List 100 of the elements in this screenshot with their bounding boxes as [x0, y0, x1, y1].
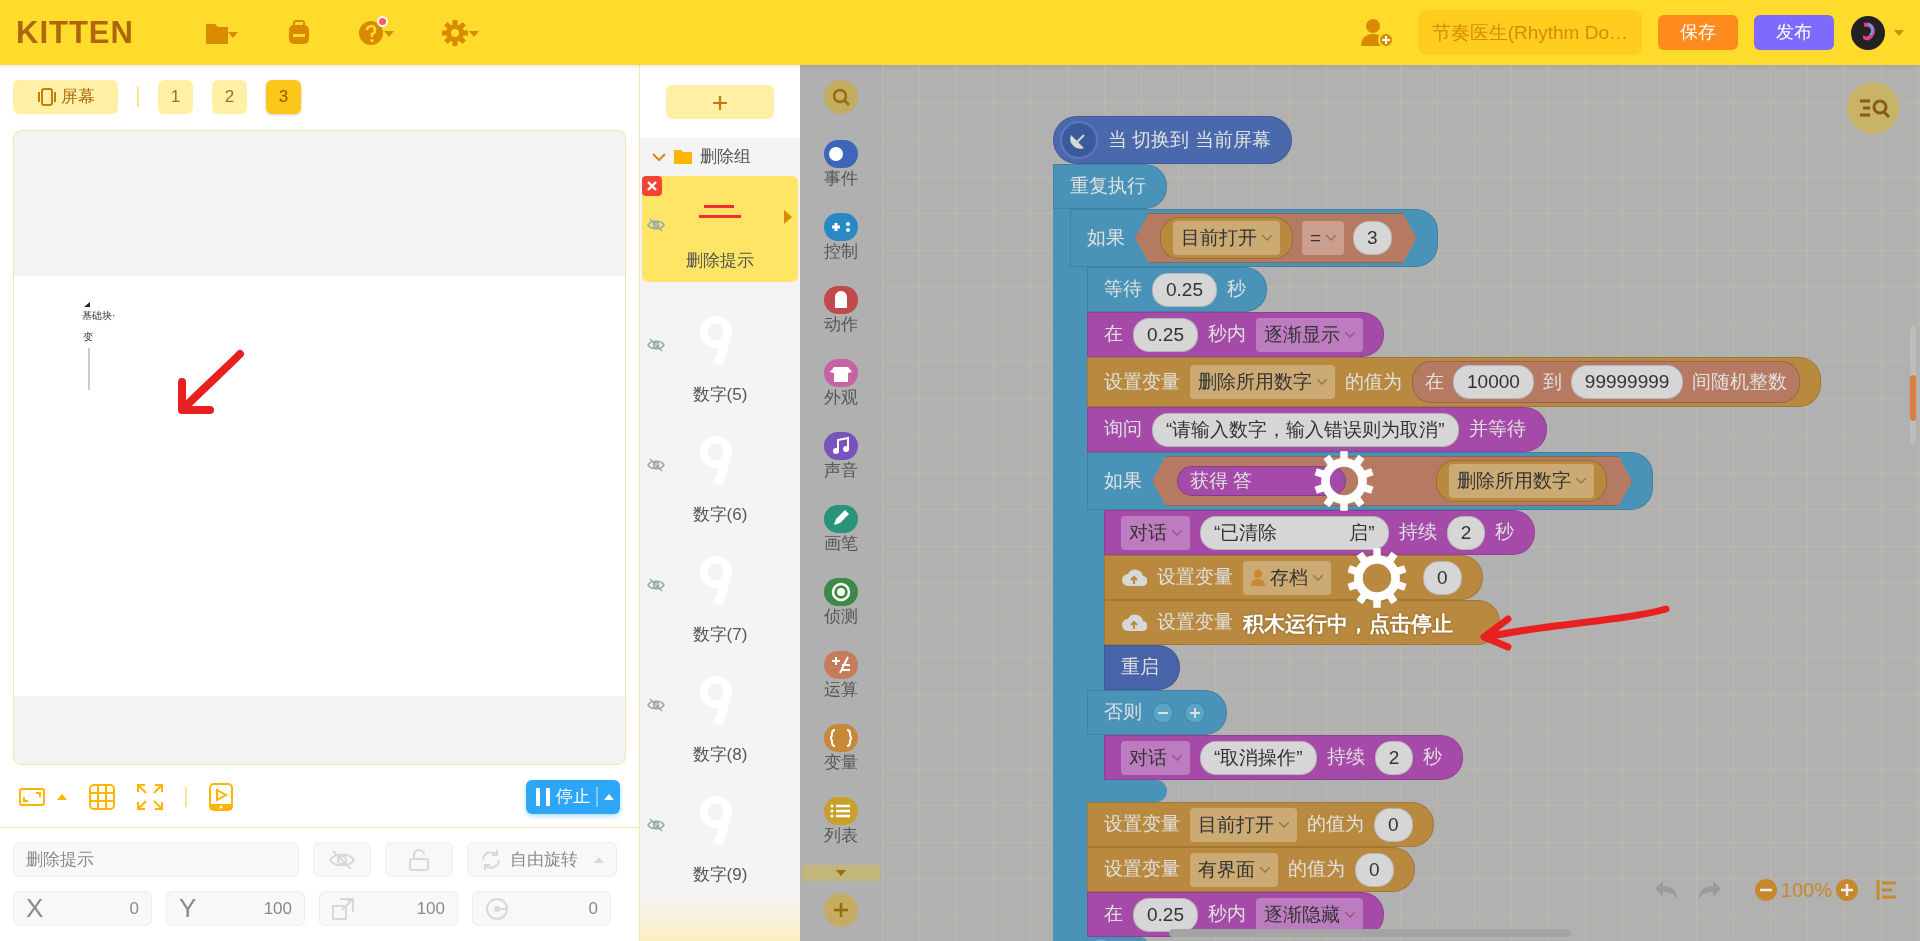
block-input[interactable]: 0: [1423, 560, 1462, 595]
coordinate-field[interactable]: 100: [319, 891, 458, 926]
caret-icon[interactable]: [1894, 29, 1904, 36]
target-icon[interactable]: [824, 578, 858, 607]
eye-off-icon[interactable]: [647, 697, 665, 712]
block-dropdown[interactable]: 存档: [1243, 560, 1331, 595]
gear-icon[interactable]: [1346, 546, 1408, 609]
code-block[interactable]: 在 0.25 秒内 逐渐显示: [1087, 312, 1384, 357]
block-input[interactable]: 0: [1374, 807, 1413, 842]
block-input[interactable]: 2: [1446, 515, 1486, 550]
code-block[interactable]: 对话 “取消操作” 持续 2 秒: [1104, 735, 1464, 780]
scrollbar[interactable]: [1908, 325, 1918, 445]
category-label[interactable]: 声音: [824, 462, 858, 481]
sprite-item[interactable]: 删除提示: [642, 175, 798, 282]
running-toast[interactable]: 积木运行中，点击停止: [1243, 607, 1453, 639]
screen-tab[interactable]: 1: [158, 80, 193, 114]
code-block[interactable]: 等待 0.25 秒: [1087, 267, 1267, 312]
collapse-bar[interactable]: [802, 865, 880, 881]
code-block[interactable]: 重启: [1104, 645, 1180, 690]
scrollbar[interactable]: [1169, 929, 1571, 937]
braces-icon[interactable]: [824, 724, 858, 753]
music-note-icon[interactable]: [824, 432, 858, 461]
logo[interactable]: KITTEN: [16, 17, 134, 48]
category-label[interactable]: 控制: [824, 243, 858, 262]
sprite-item[interactable]: 数字(6): [642, 415, 798, 536]
block-input[interactable]: 0.25: [1133, 317, 1198, 352]
block-dropdown[interactable]: 对话: [1121, 515, 1190, 550]
coordinate-field[interactable]: Y 100: [166, 891, 305, 926]
align-blocks-icon[interactable]: [1876, 879, 1898, 901]
gear-icon[interactable]: [1313, 450, 1376, 512]
eye-off-icon[interactable]: [647, 217, 665, 232]
screen-tab[interactable]: 2: [212, 80, 247, 114]
block-input[interactable]: “请输入数字，输入错误则为取消”: [1152, 412, 1459, 447]
shirt-icon[interactable]: [824, 359, 858, 388]
eye-off-icon[interactable]: [647, 817, 665, 832]
code-block[interactable]: 当 切换到 当前屏幕: [1053, 116, 1292, 164]
category-label[interactable]: 侦测: [824, 608, 858, 627]
code-block[interactable]: 如果 获得 答 删除所用数字: [1087, 452, 1654, 510]
list-icon[interactable]: [824, 797, 858, 826]
eye-off-icon[interactable]: [647, 457, 665, 472]
block-input[interactable]: 3: [1353, 221, 1392, 255]
ghost-icon[interactable]: [824, 286, 858, 315]
block-search-icon[interactable]: [1847, 82, 1899, 134]
category-label[interactable]: 外观: [824, 389, 858, 408]
visibility-button[interactable]: [313, 842, 371, 877]
minus-button-icon[interactable]: [1152, 701, 1174, 724]
toggle-icon[interactable]: [824, 140, 858, 169]
search-icon[interactable]: [824, 80, 858, 114]
sprite-item[interactable]: 数字(9): [642, 775, 798, 896]
help-icon[interactable]: [357, 19, 396, 46]
add-user-icon[interactable]: [1359, 17, 1394, 48]
caret-up-icon[interactable]: [604, 794, 614, 800]
fullscreen-icon[interactable]: [137, 784, 163, 810]
sprite-item[interactable]: 数字(8): [642, 655, 798, 776]
code-block[interactable]: 设置变量 存档 0: [1104, 555, 1483, 600]
screen-button[interactable]: 屏幕: [13, 80, 118, 114]
block-input[interactable]: “已清除 启”: [1200, 515, 1389, 550]
avatar-icon[interactable]: [1850, 14, 1886, 51]
block-dropdown[interactable]: 有界面: [1190, 852, 1278, 887]
chevron-icon[interactable]: [652, 151, 666, 162]
category-label[interactable]: 运算: [824, 681, 858, 700]
category-label[interactable]: 列表: [824, 827, 858, 846]
block-dropdown[interactable]: 逐渐隐藏: [1256, 897, 1363, 932]
category-label[interactable]: 变量: [824, 754, 858, 773]
grid-icon[interactable]: [89, 784, 115, 810]
category-label[interactable]: 事件: [824, 170, 858, 189]
block-dropdown[interactable]: =: [1302, 221, 1345, 255]
reporter-block[interactable]: 删除所用数字: [1436, 460, 1608, 502]
reporter-block[interactable]: 获得 答: [1177, 465, 1347, 497]
screen-size-icon[interactable]: [19, 788, 45, 806]
block-dropdown[interactable]: 目前打开: [1173, 221, 1280, 255]
zoom-in-icon[interactable]: [1836, 879, 1858, 901]
gamepad-icon[interactable]: [824, 213, 858, 242]
plus-button-icon[interactable]: [1184, 701, 1206, 724]
caret-up-icon[interactable]: [57, 794, 67, 800]
caret-right-icon[interactable]: [784, 209, 792, 224]
code-block[interactable]: 设置变量 有界面 的值为 0: [1087, 847, 1415, 892]
block-input[interactable]: “取消操作”: [1200, 740, 1317, 775]
rotation-mode-dropdown[interactable]: 自由旋转: [467, 842, 617, 877]
sprite-item[interactable]: 数字(7): [642, 535, 798, 656]
code-block[interactable]: 如果 目前打开 = 3: [1070, 209, 1438, 267]
pen-icon[interactable]: [824, 505, 858, 534]
condition-block[interactable]: 目前打开 = 3: [1135, 213, 1417, 263]
settings-icon[interactable]: [441, 19, 480, 46]
code-block[interactable]: 对话 “已清除 启” 持续 2 秒: [1104, 510, 1536, 555]
block-dropdown[interactable]: 目前打开: [1190, 807, 1297, 842]
coordinate-field[interactable]: X 0: [13, 891, 152, 926]
block-input[interactable]: 0: [1355, 852, 1394, 887]
block-dropdown[interactable]: 逐渐显示: [1256, 317, 1363, 352]
block-dropdown[interactable]: 删除所用数字: [1449, 464, 1595, 498]
sprite-item[interactable]: 数字(5): [642, 295, 798, 416]
code-block[interactable]: 设置变量 删除所用数字 的值为 在 10000 到 99999999 间随机整数: [1087, 357, 1822, 407]
eye-off-icon[interactable]: [647, 577, 665, 592]
condition-block[interactable]: 获得 答 删除所用数字: [1152, 456, 1633, 506]
block-input[interactable]: 99999999: [1570, 365, 1684, 399]
block-input[interactable]: 0.25: [1152, 272, 1217, 307]
block-dropdown[interactable]: 对话: [1121, 740, 1190, 775]
add-sprite-button[interactable]: [666, 84, 774, 119]
block-dropdown[interactable]: 删除所用数字: [1190, 365, 1335, 399]
group-name[interactable]: 删除组: [700, 144, 751, 170]
